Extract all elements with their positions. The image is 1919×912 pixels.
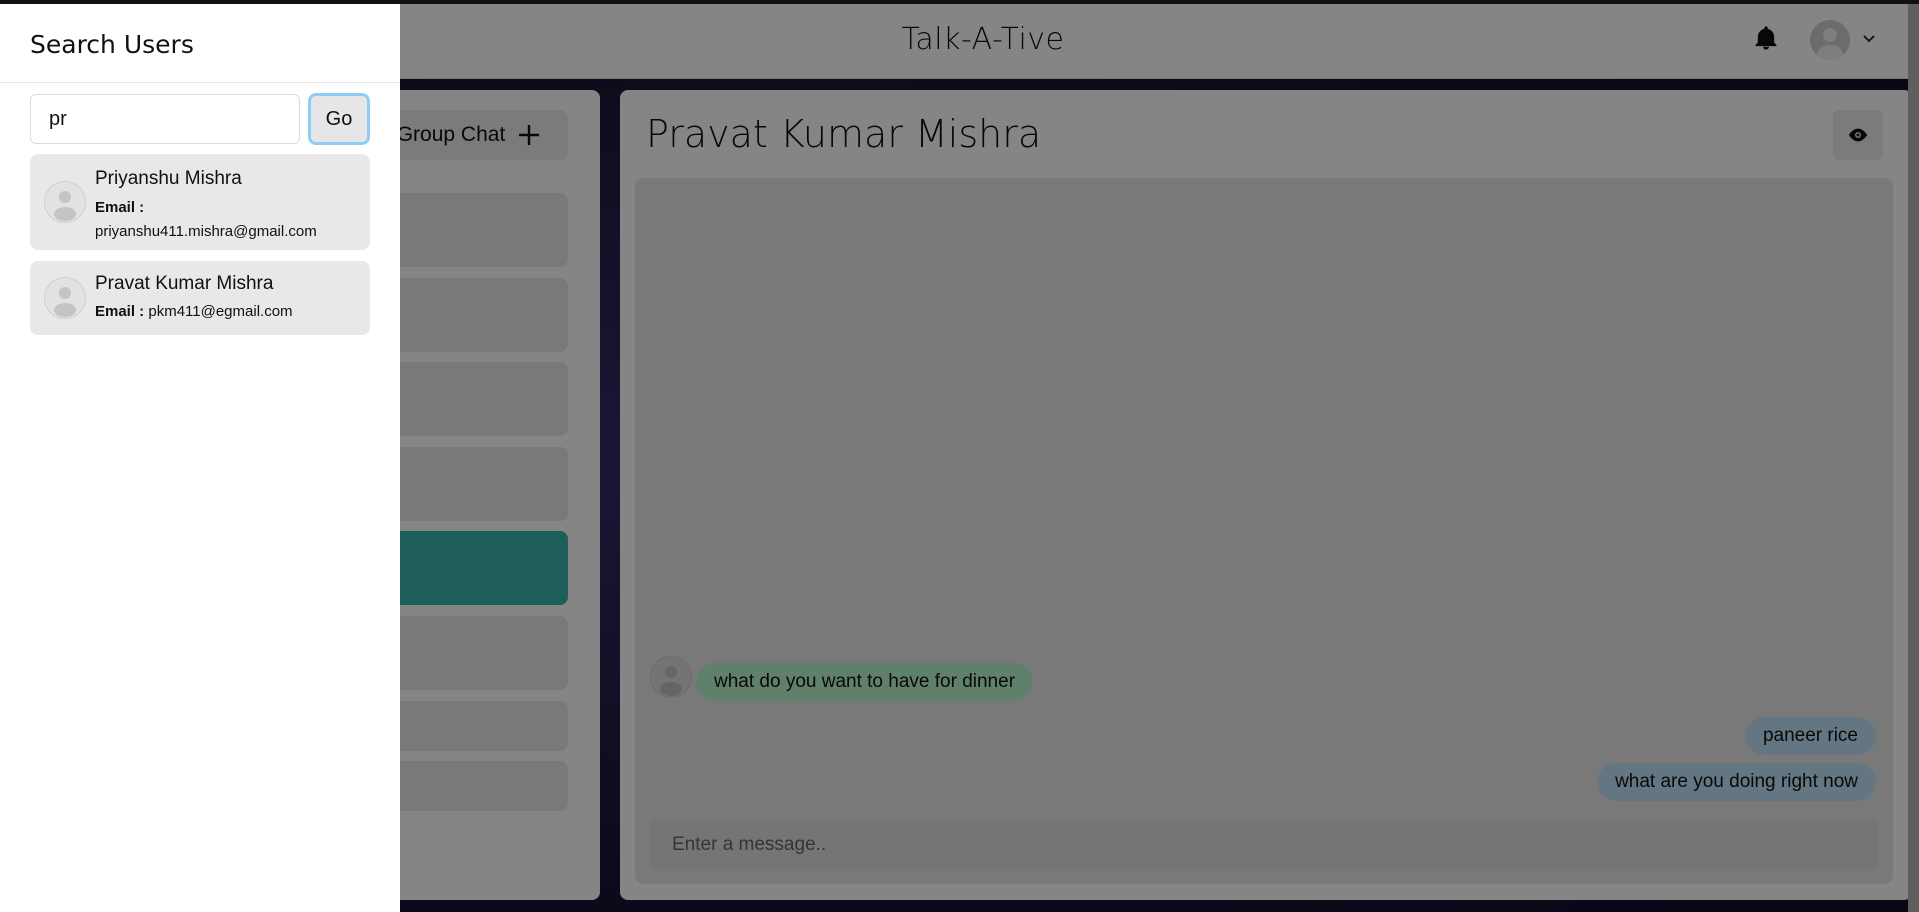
search-input[interactable] <box>30 94 300 144</box>
email-label: Email : <box>95 199 145 216</box>
email-value: pkm411@egmail.com <box>148 303 293 320</box>
user-email: Email : pkm411@egmail.com <box>95 300 365 324</box>
search-users-drawer: Search Users Go Priyanshu Mishra Email :… <box>0 4 400 912</box>
user-name: Priyanshu Mishra <box>95 168 242 189</box>
scrollbar[interactable] <box>1908 4 1919 912</box>
user-avatar-icon <box>44 181 86 223</box>
user-email: Email : priyanshu411.mishra@gmail.com <box>95 196 365 244</box>
user-result-item[interactable]: Pravat Kumar Mishra Email : pkm411@egmai… <box>30 261 370 335</box>
user-result-item[interactable]: Priyanshu Mishra Email : priyanshu411.mi… <box>30 154 370 250</box>
email-value: priyanshu411.mishra@gmail.com <box>95 223 317 240</box>
go-button[interactable]: Go <box>308 93 370 145</box>
drawer-divider <box>0 82 400 83</box>
email-label: Email : <box>95 303 145 320</box>
user-name: Pravat Kumar Mishra <box>95 273 274 294</box>
user-avatar-icon <box>44 277 86 319</box>
drawer-title: Search Users <box>30 30 194 59</box>
